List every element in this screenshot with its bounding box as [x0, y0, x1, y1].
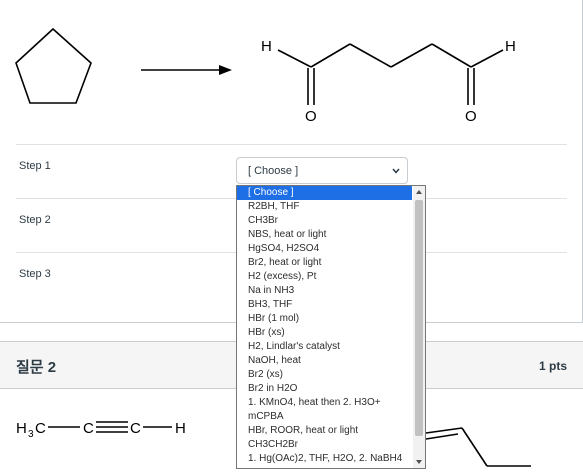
scroll-down-icon[interactable]	[413, 456, 425, 468]
dropdown-option[interactable]: Br2, heat or light	[237, 256, 412, 270]
step-1-dropdown-list[interactable]: [ Choose ] R2BH, THF CH3Br NBS, heat or lig…	[236, 185, 426, 469]
dropdown-option[interactable]: HgSO4, H2SO4	[237, 242, 412, 256]
chevron-down-icon	[392, 168, 400, 174]
scrollbar-thumb[interactable]	[415, 200, 423, 436]
divider	[16, 144, 567, 145]
dropdown-option[interactable]: NBS, heat or light	[237, 228, 412, 242]
question-2-title: 질문 2	[16, 359, 57, 376]
step-1-label: Step 1	[19, 160, 51, 172]
alkene-product-structure	[425, 427, 531, 467]
dropdown-option[interactable]: [ Choose ]	[237, 186, 412, 200]
dropdown-scrollbar[interactable]	[413, 186, 425, 468]
dropdown-option[interactable]: CH3Br	[237, 214, 412, 228]
dropdown-option[interactable]: H2, Lindlar's catalyst	[237, 340, 412, 354]
atom-label-c2: C	[83, 420, 94, 437]
alkyne-structure: H 3 C C C H	[16, 420, 186, 440]
dropdown-option[interactable]: 1. KMnO4, heat then 2. H3O+	[237, 396, 412, 410]
dropdown-option[interactable]: R2BH, THF	[237, 200, 412, 214]
step-2-label: Step 2	[19, 214, 51, 226]
dropdown-option[interactable]: HBr (1 mol)	[237, 312, 412, 326]
dropdown-option[interactable]: HBr (xs)	[237, 326, 412, 340]
atom-label-o-right: O	[465, 108, 477, 125]
atom-label-c3: C	[130, 420, 141, 437]
cyclopentane-structure	[15, 27, 92, 104]
dropdown-option[interactable]: Br2 (xs)	[237, 368, 412, 382]
dropdown-option[interactable]: Br2 in H2O	[237, 382, 412, 396]
atom-label-subscript-3: 3	[28, 429, 34, 440]
atom-label-h: H	[175, 420, 186, 437]
dropdown-option[interactable]: BH3, THF	[237, 298, 412, 312]
dropdown-option[interactable]: 1. Hg(OAc)2, THF, H2O, 2. NaBH4	[237, 452, 412, 466]
scroll-up-icon[interactable]	[413, 186, 425, 198]
atom-label-h3: H	[16, 420, 27, 437]
reaction-scheme: H H O O	[15, 27, 516, 125]
dropdown-option[interactable]: mCPBA	[237, 410, 412, 424]
dropdown-option[interactable]: HBr, ROOR, heat or light	[237, 424, 412, 438]
step-1-select-value: [ Choose ]	[248, 165, 299, 177]
dropdown-options: [ Choose ] R2BH, THF CH3Br NBS, heat or lig…	[237, 186, 412, 466]
atom-label-o-left: O	[305, 108, 317, 125]
atom-label-c1: C	[35, 420, 46, 437]
atom-label-h-right: H	[505, 38, 516, 55]
glutaraldehyde-structure: H H O O	[261, 38, 516, 125]
reaction-arrow	[141, 65, 232, 75]
dropdown-option[interactable]: Na in NH3	[237, 284, 412, 298]
atom-label-h-left: H	[261, 38, 272, 55]
dropdown-option[interactable]: NaOH, heat	[237, 354, 412, 368]
step-3-label: Step 3	[19, 268, 51, 280]
step-1-select[interactable]: [ Choose ]	[236, 157, 408, 184]
question-2-points: 1 pts	[538, 359, 567, 373]
dropdown-option[interactable]: CH3CH2Br	[237, 438, 412, 452]
dropdown-option[interactable]: H2 (excess), Pt	[237, 270, 412, 284]
